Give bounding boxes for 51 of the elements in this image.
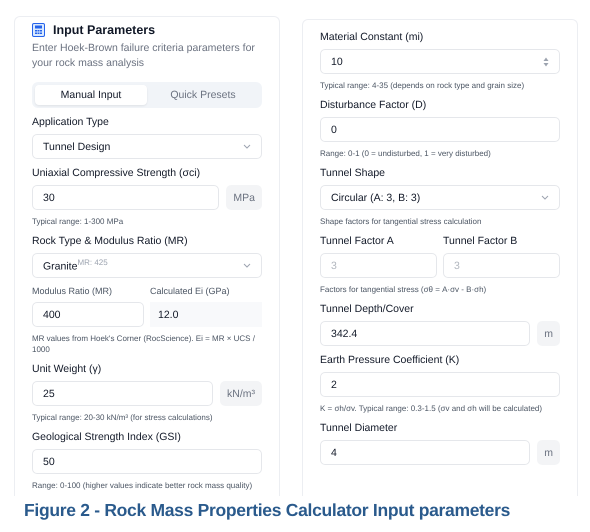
tab[interactable]: Quick Presets — [147, 85, 259, 105]
number-field[interactable]: 10 — [320, 49, 560, 74]
unit-label: MPa — [226, 185, 262, 210]
field-label: Geological Strength Index (GSI) — [32, 431, 182, 443]
field-hint: Typical range: 20-30 kN/m³ (for stress calculations) — [32, 412, 214, 423]
field-label: Material Constant (mi) — [320, 31, 424, 43]
unit-label: kN/m³ — [220, 381, 262, 406]
select-field[interactable]: Granite$^{MR: 425}$ — [32, 253, 262, 278]
input-field[interactable]: 400 — [32, 302, 144, 327]
field-hint: Range: 0-100 (higher values indicate better rock mass quality) — [32, 480, 254, 491]
panel-description: Enter Hoek-Brown failure criteria parameters for your rock mass analysis — [32, 41, 256, 71]
tab[interactable]: Manual Input — [35, 85, 147, 105]
field-hint: Shape factors for tangential stress calculation — [320, 216, 482, 227]
field-hint: Range: 0-1 (0 = undisturbed, 1 = very disturbed) — [320, 148, 492, 159]
unit-label: m — [537, 321, 560, 346]
chevron-down-icon — [541, 195, 549, 200]
input-field[interactable]: 342.4 — [320, 321, 530, 346]
select-field[interactable]: Tunnel Design — [32, 134, 262, 159]
field-label: Tunnel Diameter — [320, 422, 398, 434]
field-label: Calculated Ei (GPa) — [150, 286, 231, 296]
select-field[interactable]: Circular (A: 3, B: 3) — [320, 185, 560, 210]
field-hint: MR values from Hoek's Corner (RocScience). Ei = MR × UCS / 1000 — [32, 333, 256, 355]
panel-title: Input Parameters — [53, 23, 156, 37]
calculator-icon — [32, 23, 45, 37]
input-field[interactable]: 30 — [32, 185, 220, 210]
field-label: Tunnel Shape — [320, 167, 386, 179]
field-hint: Typical range: 1-300 MPa — [32, 216, 124, 227]
field-label: Tunnel Depth/Cover — [320, 303, 415, 315]
field-label: Rock Type & Modulus Ratio (MR) — [32, 235, 189, 247]
unit-label: m — [537, 440, 560, 465]
field-label: Earth Pressure Coefficient (K) — [320, 354, 460, 366]
input-field[interactable]: 4 — [320, 440, 530, 465]
input-field[interactable]: 2 — [320, 372, 560, 397]
field-label: Tunnel Factor B — [443, 235, 518, 247]
calculated-value: 12.0 — [150, 302, 262, 327]
chevron-down-icon — [243, 144, 251, 149]
field-label: Unit Weight (γ) — [32, 363, 102, 375]
input-field[interactable]: 50 — [32, 449, 262, 474]
field-hint: Typical range: 4-35 (depends on rock type and grain size) — [320, 80, 526, 91]
field-label: Application Type — [32, 116, 110, 128]
field-label: Uniaxial Compressive Strength (σci) — [32, 167, 202, 179]
spinner-icon — [543, 56, 549, 66]
field-label: Modulus Ratio (MR) — [32, 286, 114, 296]
input-field[interactable]: 25 — [32, 381, 213, 406]
field-label: Disturbance Factor (D) — [320, 99, 428, 111]
field-label: Tunnel Factor A — [320, 235, 395, 247]
chevron-down-icon — [243, 263, 251, 268]
field-hint: K = σh/σv. Typical range: 0.3-1.5 (σv and σh will be calculated) — [320, 403, 544, 414]
input-field[interactable]: 0 — [320, 117, 560, 142]
figure-caption: Figure 2 - Rock Mass Properties Calculator Input parameters — [23, 499, 512, 521]
field-hint: Factors for tangential stress (σθ = A·σv - B·σh) — [320, 284, 488, 295]
